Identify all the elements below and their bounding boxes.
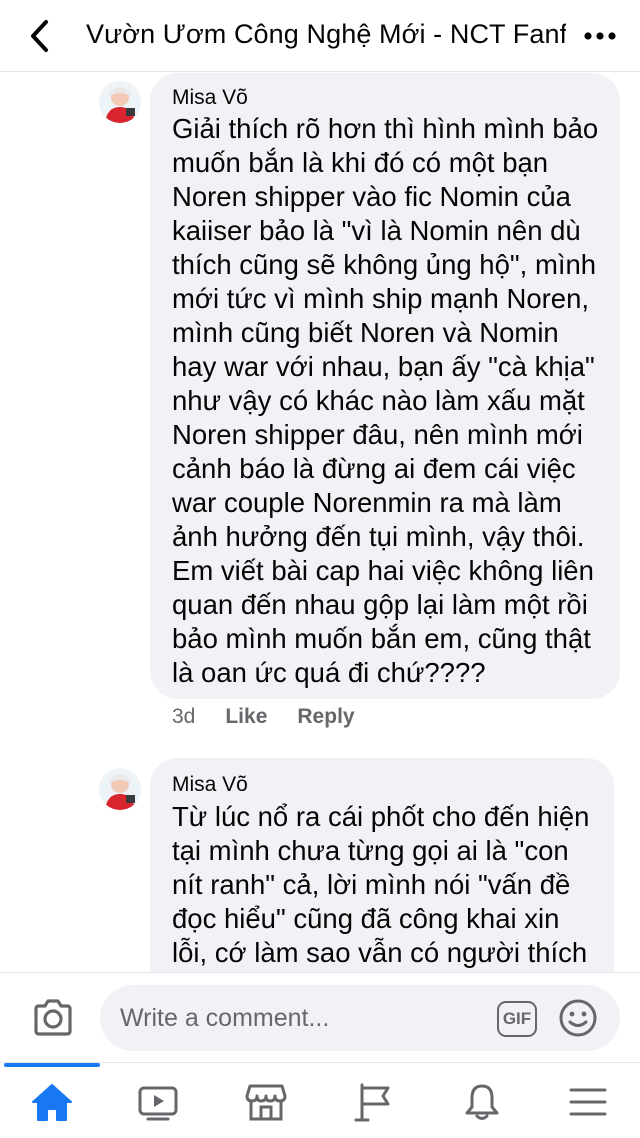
nav-pages[interactable]	[346, 1077, 402, 1127]
avatar[interactable]	[99, 81, 141, 123]
like-button[interactable]: Like	[225, 705, 267, 729]
comment-actions: 3d Like Reply	[172, 705, 385, 729]
comment-line: nít ranh" cả, lời mình nói "vấn đề	[172, 869, 571, 900]
page-title[interactable]: Vườn Ươm Công Nghệ Mới - NCT Fanfic...	[86, 19, 566, 50]
nav-home[interactable]	[24, 1077, 80, 1127]
nav-menu[interactable]	[560, 1077, 616, 1127]
more-options-button[interactable]	[580, 22, 620, 50]
marketplace-icon	[245, 1084, 287, 1121]
comment-line: thích cũng sẽ không ủng hộ", mình	[172, 249, 597, 280]
camera-button[interactable]	[30, 995, 76, 1041]
comment-line: quan đến nhau gộp lại làm một rồi	[172, 589, 588, 620]
comment-line: lỗi, cớ làm sao vẫn có người thích	[172, 937, 588, 968]
comment-line: tại mình chưa từng gọi ai là "con	[172, 835, 569, 866]
comment-thread: Misa Võ Giải thích rõ hơn thì hình mình …	[0, 73, 640, 973]
top-bar: Vườn Ươm Công Nghệ Mới - NCT Fanfic...	[0, 0, 640, 72]
comment-line: Từ lúc nổ ra cái phốt cho đến hiện	[172, 801, 590, 832]
pages-flag-icon	[354, 1083, 390, 1122]
camera-icon	[34, 999, 72, 1036]
reply-button[interactable]: Reply	[297, 705, 354, 729]
avatar[interactable]	[99, 768, 141, 810]
comment-line: mới tức vì mình ship mạnh Noren,	[172, 283, 589, 314]
comment-line: muốn bắn là khi đó có một bạn	[172, 147, 549, 178]
home-icon	[32, 1084, 72, 1121]
comment-time[interactable]: 3d	[172, 705, 195, 729]
comment-composer: Write a comment... GIF	[0, 972, 640, 1062]
active-tab-indicator	[4, 1063, 100, 1067]
comment-author[interactable]: Misa Võ	[172, 773, 248, 797]
comment-line: hay war với nhau, bạn ấy "cà khịa"	[172, 351, 595, 382]
gif-button[interactable]: GIF	[497, 1001, 537, 1037]
comment-line: Noren shipper vào fic Nomin của	[172, 181, 571, 212]
comment-line: như vậy có khác nào làm xấu mặt	[172, 385, 585, 416]
nav-video[interactable]	[130, 1077, 186, 1127]
nav-notifications[interactable]	[454, 1077, 510, 1127]
avatar-image	[99, 768, 141, 810]
comment-line: mình cũng biết Noren và Nomin	[172, 317, 559, 348]
comment-line: đọc hiểu" cũng đã công khai xin	[172, 903, 560, 934]
comment-line: là oan ức quá đi chứ????	[172, 657, 486, 688]
menu-icon	[569, 1088, 607, 1116]
nav-marketplace[interactable]	[238, 1077, 294, 1127]
avatar-image	[99, 81, 141, 123]
notifications-bell-icon	[465, 1084, 499, 1120]
comment-line: ảnh hưởng đến tụi mình, vậy thôi.	[172, 521, 585, 552]
back-button[interactable]	[0, 0, 80, 72]
chevron-left-icon	[31, 19, 48, 52]
comment-placeholder: Write a comment...	[120, 1004, 330, 1032]
comment-line: bảo mình muốn bắn em, cũng thật	[172, 623, 591, 654]
comment-input[interactable]: Write a comment... GIF	[100, 985, 620, 1051]
comment-line: kaiiser bảo là "vì là Nomin nên dù	[172, 215, 581, 246]
comment-line: war couple Norenmin ra mà làm	[172, 487, 562, 518]
comment-line: cảnh báo là đừng ai đem cái việc	[172, 453, 576, 484]
comment-line: Giải thích rõ hơn thì hình mình bảo	[172, 113, 599, 144]
emoji-icon	[559, 999, 597, 1037]
video-icon	[138, 1086, 178, 1121]
bottom-navigation	[0, 1062, 640, 1138]
more-dots-icon	[584, 32, 616, 40]
comment-author[interactable]: Misa Võ	[172, 86, 248, 110]
emoji-button[interactable]	[558, 998, 598, 1038]
comment-line: Em viết bài cap hai việc không liên	[172, 555, 594, 586]
comment-line: Noren shipper đâu, nên mình mới	[172, 419, 583, 450]
